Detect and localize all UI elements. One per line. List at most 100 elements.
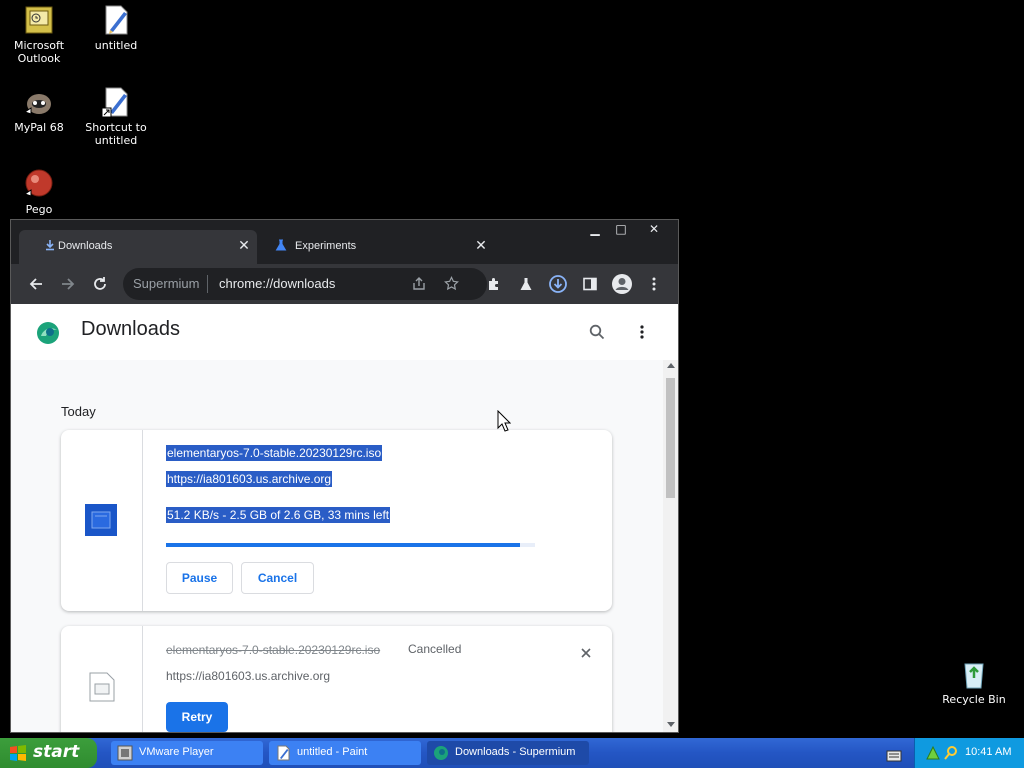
browser-menu-icon[interactable] (640, 270, 668, 298)
download-item: elementaryos-7.0-stable.20230129rc.iso C… (61, 626, 612, 732)
reload-icon (94, 277, 106, 290)
taskbar-item-supermium[interactable]: Downloads - Supermium (427, 741, 589, 765)
minimize-button[interactable]: ▁ (582, 220, 608, 238)
download-item: elementaryos-7.0-stable.20230129rc.iso h… (61, 430, 612, 611)
taskbar-item-paint[interactable]: untitled - Paint (269, 741, 421, 765)
download-icon (44, 239, 56, 251)
desktop-icon-pego[interactable]: Pego (0, 168, 78, 216)
flask-icon (275, 239, 287, 251)
downloads-list: Today elementaryos-7.0-stable.20230129rc… (11, 360, 663, 732)
site-label: Supermium (133, 276, 200, 291)
tab-downloads[interactable]: Downloads ✕ (19, 230, 257, 264)
file-source-url[interactable]: https://ia801603.us.archive.org (166, 669, 330, 683)
bookmark-star-icon[interactable] (437, 270, 465, 298)
date-section-heading: Today (61, 404, 96, 419)
download-progress-bar (166, 543, 535, 547)
desktop-icon-outlook[interactable]: Microsoft Outlook (0, 4, 78, 65)
maximize-button[interactable]: □ (608, 220, 634, 238)
file-name[interactable]: elementaryos-7.0-stable.20230129rc.iso (166, 643, 380, 657)
download-progress-icon (549, 275, 567, 293)
browser-window: Downloads ✕ Experiments ✕ ▁ □ ✕ Supermiu… (10, 219, 679, 733)
page-scrollbar[interactable] (663, 360, 678, 732)
recycle-bin-icon (958, 658, 990, 690)
file-icon-column (61, 430, 143, 611)
desktop-icon-label: Microsoft Outlook (13, 39, 65, 65)
clock: 10:41 AM (965, 746, 1012, 758)
tab-close-icon[interactable]: ✕ (236, 237, 252, 254)
desktop-icon-mypal[interactable]: MyPal 68 (0, 86, 78, 134)
taskbar-item-vmware[interactable]: VMware Player (111, 741, 263, 765)
scroll-thumb[interactable] (666, 378, 675, 498)
mypal-icon (23, 86, 55, 118)
tab-experiments[interactable]: Experiments ✕ (257, 230, 495, 264)
supermium-icon (433, 745, 449, 761)
desktop-icon-label: MyPal 68 (14, 121, 64, 134)
forward-button[interactable] (54, 270, 82, 298)
file-icon-column (61, 626, 143, 732)
progress-fill (166, 543, 521, 547)
supermium-logo-icon (35, 320, 61, 350)
search-icon[interactable] (589, 324, 605, 344)
side-panel-icon[interactable] (576, 270, 604, 298)
desktop-icon-untitled[interactable]: untitled (77, 4, 155, 52)
start-label: start (33, 742, 80, 762)
windows-logo-icon (9, 745, 27, 766)
omnibox-divider (207, 275, 208, 293)
outlook-icon (23, 4, 55, 36)
reload-button[interactable] (86, 270, 114, 298)
downloads-page: Downloads Today elementaryos-7.0-stable.… (11, 304, 678, 732)
file-icon (85, 504, 117, 540)
url-text: chrome://downloads (219, 276, 336, 291)
taskbar: start VMware Player untitled - Paint Dow… (0, 738, 1024, 768)
desktop: Microsoft Outlook untitled MyPal 68 Shor… (0, 0, 1024, 768)
scroll-up-arrow-icon[interactable] (667, 363, 675, 368)
pause-button[interactable]: Pause (166, 562, 233, 594)
back-button[interactable] (22, 270, 50, 298)
task-label: Downloads - Supermium (455, 746, 576, 758)
scroll-down-arrow-icon[interactable] (667, 722, 675, 727)
profile-avatar-icon[interactable] (608, 270, 636, 298)
tab-label: Downloads (58, 240, 113, 252)
desktop-icon-label: Shortcut to untitled (85, 121, 147, 147)
downloads-toolbar-button[interactable] (544, 270, 572, 298)
experiments-flask-icon[interactable] (512, 270, 540, 298)
extensions-puzzle-icon[interactable] (480, 270, 508, 298)
remove-item-icon[interactable] (580, 644, 592, 663)
task-label: untitled - Paint (297, 746, 368, 758)
paint-file-icon (100, 4, 132, 36)
search-tray-icon[interactable] (943, 745, 959, 765)
download-state: Cancelled (408, 642, 462, 656)
address-bar[interactable]: Supermium chrome://downloads (123, 268, 487, 300)
browser-toolbar: Supermium chrome://downloads (11, 264, 678, 304)
close-window-button[interactable]: ✕ (641, 220, 667, 238)
download-status: 51.2 KB/s - 2.5 GB of 2.6 GB, 33 mins le… (166, 507, 391, 523)
vmware-icon (117, 745, 133, 761)
pego-icon (23, 168, 55, 200)
keyboard-icon[interactable] (886, 747, 902, 766)
page-title: Downloads (81, 318, 180, 340)
network-icon[interactable] (925, 745, 941, 765)
browser-titlebar[interactable]: Downloads ✕ Experiments ✕ ▁ □ ✕ (11, 220, 678, 264)
start-button[interactable]: start (0, 738, 97, 768)
more-actions-icon[interactable] (639, 324, 645, 344)
desktop-icon-label: Pego (25, 203, 53, 216)
file-source-url[interactable]: https://ia801603.us.archive.org (166, 471, 333, 487)
desktop-icon-label: Recycle Bin (942, 693, 1006, 706)
arrow-left-icon (29, 278, 42, 290)
paint-icon (275, 745, 291, 761)
desktop-icon-shortcut-untitled[interactable]: Shortcut to untitled (77, 86, 155, 147)
arrow-right-icon (62, 278, 75, 290)
file-name[interactable]: elementaryos-7.0-stable.20230129rc.iso (166, 445, 383, 461)
mouse-cursor-icon (497, 409, 512, 436)
share-icon[interactable] (405, 270, 433, 298)
desktop-icon-recycle-bin[interactable]: Recycle Bin (935, 658, 1013, 706)
tab-label: Experiments (295, 240, 357, 252)
retry-button[interactable]: Retry (166, 702, 228, 732)
downloads-header: Downloads (11, 304, 678, 360)
desktop-icon-label: untitled (94, 39, 138, 52)
task-label: VMware Player (139, 746, 214, 758)
generic-file-icon (88, 672, 116, 706)
tab-close-icon[interactable]: ✕ (473, 237, 489, 254)
paint-shortcut-icon (100, 86, 132, 118)
cancel-button[interactable]: Cancel (241, 562, 314, 594)
